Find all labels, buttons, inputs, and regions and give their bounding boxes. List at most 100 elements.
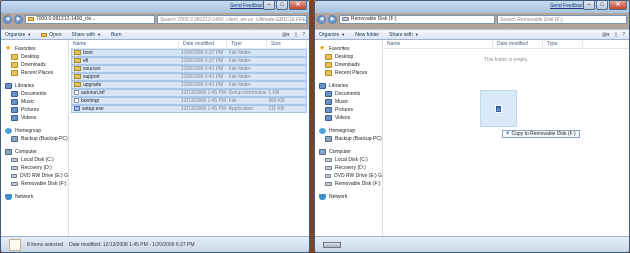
new-folder-button[interactable]: New folder [355,32,379,38]
file-row[interactable]: efi 1/20/2009 6:37 PM File folder [71,57,307,65]
nav-documents[interactable]: Documents [1,90,68,98]
nav-music[interactable]: Music [315,98,382,106]
nav-recent-places[interactable]: Recent Places [315,69,382,77]
minimize-button[interactable]: – [263,1,275,10]
nav-desktop[interactable]: Desktop [1,53,68,61]
nav-libraries[interactable]: Libraries [315,82,382,90]
file-row[interactable]: bootmgr 12/13/2008 1:45 PM File 369 KB [71,97,307,105]
explorer-window-removable-disk[interactable]: Send Feedback – □ ✕ ◀ ▶ Removable Disk (… [314,0,630,253]
nav-homegroup[interactable]: Homegroup [315,127,382,135]
organize-button[interactable]: Organize ▼ [319,32,345,38]
cell-text: 111 KB [268,106,284,112]
user-icon [325,136,332,142]
nav-local-disk[interactable]: Local Disk (C:) [315,156,382,164]
cell-text: 1/20/2009 6:41 PM [181,82,224,88]
nav-backup[interactable]: Backup (Backup-PC) [1,135,68,143]
organize-button[interactable]: Organize ▼ [5,32,31,38]
column-date[interactable]: Date modified [493,40,543,49]
videos-icon [325,115,332,121]
close-button[interactable]: ✕ [609,1,627,10]
title-bar[interactable]: Send Feedback – □ ✕ [1,1,309,13]
homegroup-icon [319,128,326,134]
dragged-files-icon: 8 [495,105,502,113]
explorer-window-dvd[interactable]: Send Feedback – □ ✕ ◀ ▶ 7000.0.081212-14… [0,0,310,253]
file-list[interactable]: Name Date modified Type This folder is e… [383,40,629,236]
nav-recovery[interactable]: Recovery (D:) [315,164,382,172]
preview-pane-icon[interactable]: ▯ [614,32,617,38]
nav-backup[interactable]: Backup (Backup-PC) [315,135,382,143]
cell-text: 12/13/2008 1:45 PM [181,90,227,96]
nav-computer[interactable]: Computer [1,148,68,156]
file-row[interactable]: support 1/20/2009 6:41 PM File folder [71,73,307,81]
back-icon[interactable]: ◀ [317,14,326,24]
chevron-down-icon: ▼ [97,32,102,37]
column-type[interactable]: Type [543,40,583,49]
cell-date: 12/13/2008 1:45 PM [179,106,227,112]
column-date[interactable]: Date modified [179,40,227,49]
send-feedback-link[interactable]: Send Feedback [230,3,265,9]
nav-removable-disk[interactable]: Removable Disk (F:) [1,180,68,188]
view-options-icon[interactable]: ▤▾ [282,32,289,38]
forward-icon[interactable]: ▶ [14,14,23,24]
file-row[interactable]: autorun.inf 12/13/2008 1:45 PM Setup Infor… [71,89,307,97]
file-row[interactable]: upgrade 1/20/2009 6:41 PM File folder [71,81,307,89]
nav-local-disk[interactable]: Local Disk (C:) [1,156,68,164]
share-with-button[interactable]: Share with ▼ [389,32,419,38]
send-feedback-link[interactable]: Send Feedback [550,3,585,9]
file-row[interactable]: boot 1/20/2009 6:37 PM File folder [71,49,307,57]
nav-libraries[interactable]: Libraries [1,82,68,90]
burn-button[interactable]: Burn [111,32,122,38]
nav-dvd-drive[interactable]: DVD RW Drive (E:) G [315,172,382,180]
nav-music[interactable]: Music [1,98,68,106]
column-size[interactable]: Size [267,40,307,49]
nav-recent-places[interactable]: Recent Places [1,69,68,77]
forward-icon[interactable]: ▶ [328,14,337,24]
minimize-button[interactable]: – [583,1,595,10]
nav-recovery[interactable]: Recovery (D:) [1,164,68,172]
view-options-icon[interactable]: ▤▾ [602,32,609,38]
search-input[interactable]: Search 7000.0.081212-1400_client_en-us_U… [157,14,307,24]
cell-date: 12/13/2008 1:45 PM [179,98,227,104]
nav-computer[interactable]: Computer [315,148,382,156]
nav-downloads[interactable]: Downloads [1,61,68,69]
back-icon[interactable]: ◀ [3,14,12,24]
open-button[interactable]: Open [41,32,62,38]
nav-videos[interactable]: Videos [315,114,382,122]
nav-pictures[interactable]: Pictures [1,106,68,114]
cell-size: 369 KB [266,98,306,104]
file-row[interactable]: sources 1/20/2009 6:41 PM File folder [71,65,307,73]
selection-count: 8 items selected [27,241,64,248]
file-row[interactable]: setup.exe 12/13/2008 1:45 PM Application 11… [71,105,307,113]
nav-desktop[interactable]: Desktop [315,53,382,61]
column-name[interactable]: Name [69,40,179,49]
column-name[interactable]: Name [383,40,493,49]
nav-network[interactable]: Network [315,193,382,201]
maximize-button[interactable]: □ [596,1,608,10]
file-icon [74,98,79,104]
nav-pictures[interactable]: Pictures [315,106,382,114]
column-type[interactable]: Type [227,40,267,49]
help-icon[interactable]: ? [302,32,305,38]
search-input[interactable]: Search Removable Disk (F:) [497,14,627,24]
nav-dvd-drive[interactable]: DVD RW Drive (E:) G [1,172,68,180]
drive-icon [11,158,18,162]
preview-pane-icon[interactable]: ▯ [294,32,297,38]
nav-documents[interactable]: Documents [315,90,382,98]
nav-homegroup[interactable]: Homegroup [1,127,68,135]
cell-name: setup.exe [72,106,179,112]
address-bar[interactable]: Removable Disk (F:) [339,14,495,24]
address-bar[interactable]: 7000.0.081212-1400_cle... [25,14,155,24]
maximize-button[interactable]: □ [276,1,288,10]
nav-removable-disk[interactable]: Removable Disk (F:) [315,180,382,188]
close-button[interactable]: ✕ [289,1,307,10]
nav-downloads[interactable]: Downloads [315,61,382,69]
nav-favorites[interactable]: ★ Favorites [1,45,68,53]
nav-favorites[interactable]: ★ Favorites [315,45,382,53]
nav-videos[interactable]: Videos [1,114,68,122]
nav-network[interactable]: Network [1,193,68,201]
title-bar[interactable]: Send Feedback – □ ✕ [315,1,629,13]
videos-icon [11,115,18,121]
share-with-button[interactable]: Share with ▼ [72,32,102,38]
help-icon[interactable]: ? [622,32,625,38]
folder-icon [74,50,81,56]
